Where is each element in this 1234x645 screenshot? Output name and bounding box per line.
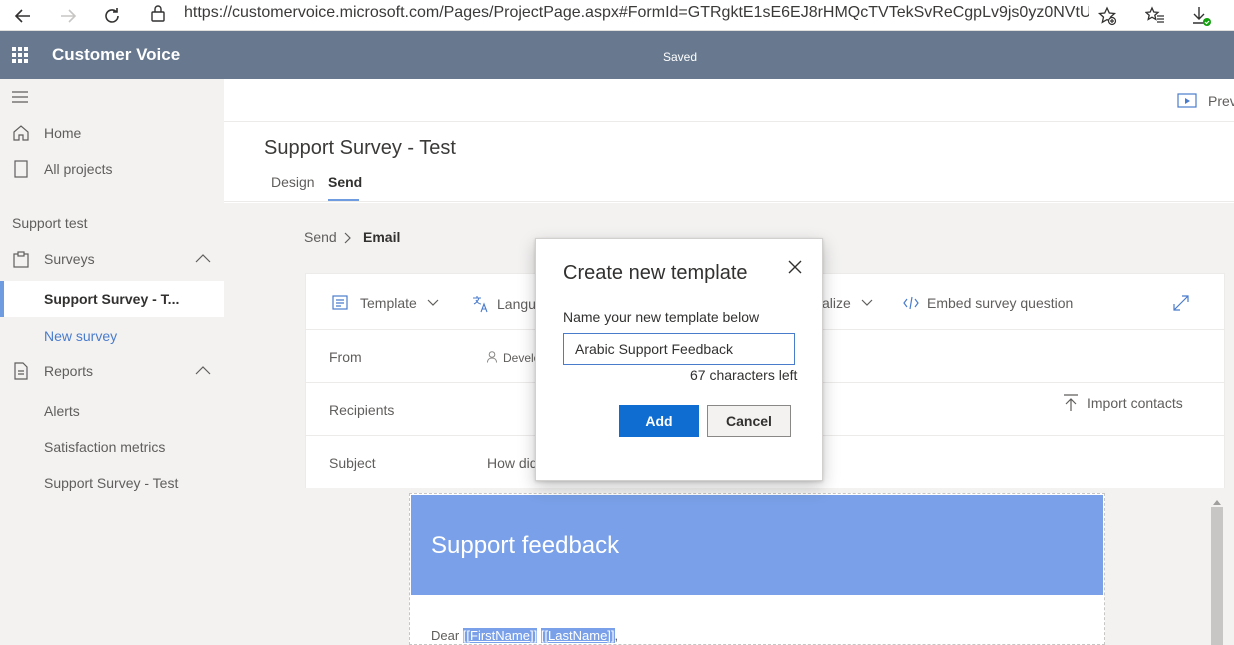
active-tab-indicator (328, 199, 359, 201)
breadcrumb-send[interactable]: Send (304, 229, 337, 245)
breadcrumb-email: Email (363, 229, 401, 245)
cancel-button[interactable]: Cancel (707, 405, 791, 437)
home-icon (12, 124, 30, 142)
email-greeting[interactable]: Dear [[FirstName]] [[LastName]], (431, 628, 618, 643)
tab-design[interactable]: Design (271, 174, 315, 190)
template-icon (332, 295, 350, 311)
sidebar-item-surveys[interactable]: Surveys (0, 241, 224, 277)
expand-icon[interactable] (1172, 294, 1190, 317)
sidebar-item-home[interactable]: Home (0, 115, 224, 151)
favorites-icon[interactable] (1140, 0, 1170, 31)
subject-input[interactable]: How did (487, 455, 538, 471)
personalize-label: alize (822, 295, 851, 311)
chevron-right-icon (343, 231, 353, 249)
template-name-label: Name your new template below (563, 309, 760, 325)
dialog-title: Create new template (563, 262, 748, 284)
page-title: Support Survey - Test (264, 137, 456, 159)
clipboard-icon (12, 250, 30, 268)
recipients-label: Recipients (329, 402, 395, 418)
sidebar-item-label: Reports (44, 363, 94, 379)
chevron-down-icon (861, 299, 873, 307)
app-launcher-icon[interactable] (12, 47, 28, 63)
project-name-heading: Support test (12, 215, 88, 231)
email-banner-title: Support feedback (431, 532, 620, 559)
downloads-icon[interactable] (1186, 0, 1216, 31)
sidebar-item-label: Support Survey - Test (44, 475, 179, 491)
template-menu[interactable]: Template (332, 295, 439, 311)
chevron-up-icon[interactable] (194, 250, 212, 268)
add-button[interactable]: Add (619, 405, 699, 437)
sidebar-item-label: New survey (44, 328, 118, 344)
forward-icon[interactable] (53, 0, 83, 31)
lock-icon[interactable] (150, 4, 166, 27)
hamburger-icon[interactable] (12, 90, 30, 109)
characters-left: 67 characters left (690, 367, 798, 383)
close-icon[interactable] (786, 258, 804, 276)
upload-icon (1063, 394, 1079, 417)
chevron-down-icon (427, 299, 439, 307)
back-icon[interactable] (8, 0, 38, 31)
browser-toolbar: https://customervoice.microsoft.com/Page… (0, 0, 1234, 31)
preview-icon[interactable] (1177, 93, 1197, 114)
refresh-icon[interactable] (97, 0, 127, 31)
sidebar-item-label: Home (44, 125, 82, 141)
app-header (0, 31, 1234, 79)
embed-question-button[interactable]: Embed survey question (903, 295, 1073, 311)
chevron-up-icon[interactable] (194, 362, 212, 380)
language-menu[interactable]: Langua (471, 295, 544, 313)
sidebar-item-alerts[interactable]: Alerts (0, 393, 224, 429)
template-name-input[interactable] (563, 333, 795, 365)
tab-send[interactable]: Send (328, 174, 362, 190)
greeting-prefix: Dear (431, 628, 463, 643)
sidebar-item-support-survey[interactable]: Support Survey - T... (0, 281, 224, 317)
sidebar-item-label: Support Survey - T... (44, 291, 180, 307)
sidebar-item-label: Alerts (44, 403, 80, 419)
sidebar-item-label: Satisfaction metrics (44, 439, 166, 455)
app-title[interactable]: Customer Voice (52, 45, 180, 65)
address-bar[interactable]: https://customervoice.microsoft.com/Page… (184, 4, 1089, 22)
document-icon (12, 160, 30, 178)
preview-button[interactable]: Prev (1208, 93, 1234, 109)
favorite-add-icon[interactable] (1092, 0, 1122, 31)
code-icon (903, 296, 919, 310)
personalize-menu[interactable]: alize (822, 295, 873, 311)
sidebar-item-label: All projects (44, 161, 113, 177)
template-label: Template (360, 295, 417, 311)
import-contacts-button[interactable]: Import contacts (1087, 395, 1183, 411)
page-header (224, 122, 1234, 202)
person-icon (487, 350, 497, 368)
subject-label: Subject (329, 455, 376, 471)
translate-icon (471, 295, 489, 313)
lastname-token[interactable]: [[LastName]] (540, 628, 615, 643)
command-bar (224, 79, 1234, 122)
firstname-token[interactable]: [[FirstName]] (462, 628, 538, 643)
report-icon (12, 362, 30, 380)
embed-label: Embed survey question (927, 295, 1074, 311)
sidebar-item-label: Surveys (44, 251, 95, 267)
sidebar-item-new-survey[interactable]: New survey (0, 318, 224, 354)
greeting-suffix: , (614, 628, 619, 643)
from-label: From (329, 349, 362, 365)
sidebar-item-reports[interactable]: Reports (0, 353, 224, 389)
sidebar-item-satisfaction-metrics[interactable]: Satisfaction metrics (0, 429, 224, 465)
sidebar-item-report-survey[interactable]: Support Survey - Test (0, 465, 224, 501)
scrollbar-thumb[interactable] (1211, 507, 1223, 645)
sidebar-item-all-projects[interactable]: All projects (0, 151, 224, 187)
save-status: Saved (663, 50, 698, 64)
